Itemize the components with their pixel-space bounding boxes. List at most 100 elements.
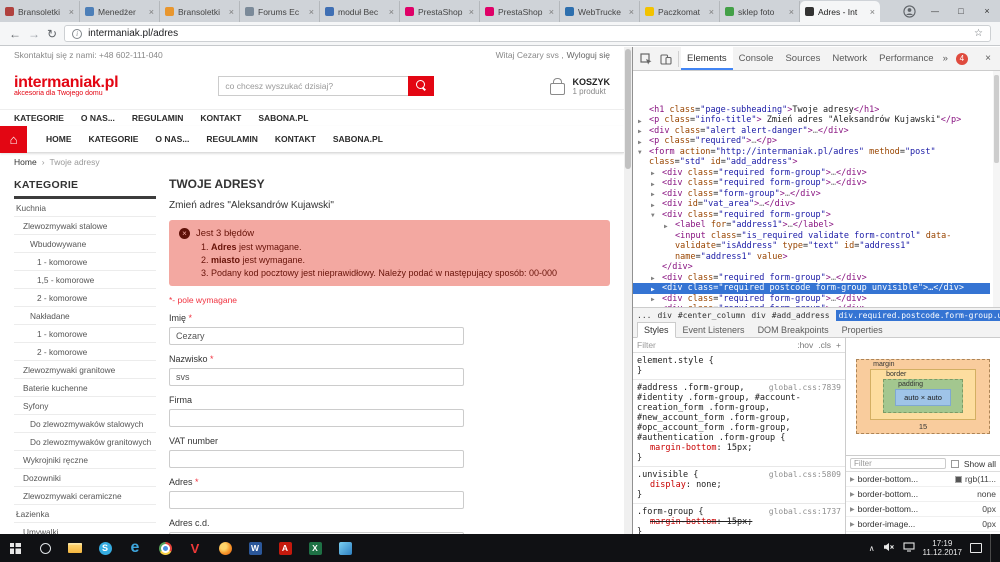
computed-property[interactable]: ▶border-bottom...rgb(11... [846, 472, 1000, 487]
form-text-input[interactable] [169, 450, 464, 468]
photos-icon[interactable] [330, 534, 360, 562]
close-window-button[interactable]: × [974, 0, 1000, 22]
dom-scrollbar-thumb[interactable] [994, 75, 999, 163]
category-item[interactable]: Umywalki [14, 523, 156, 534]
category-item[interactable]: Wbudowywane [14, 235, 156, 253]
search-input[interactable] [218, 76, 408, 96]
css-declaration[interactable]: margin-bottom: 15px; [637, 443, 841, 453]
form-text-input[interactable] [169, 409, 464, 427]
dom-node-line[interactable]: ▶<div class="required form-group">…</div… [633, 294, 990, 305]
device-toolbar-icon[interactable] [656, 53, 676, 65]
reload-button[interactable]: ↻ [47, 28, 57, 40]
breadcrumb-item[interactable]: div [657, 311, 671, 320]
browser-tab[interactable]: Forums Ec× [240, 1, 320, 22]
forward-button[interactable]: → [28, 28, 40, 40]
page-scrollbar-thumb[interactable] [625, 49, 631, 169]
category-item[interactable]: 2 - komorowe [14, 343, 156, 361]
stylesheet-link[interactable]: global.css:7839 [769, 383, 841, 393]
dom-node-line[interactable]: <input class="is_required validate form-… [633, 231, 990, 263]
computed-property[interactable]: ▶border-bottom...none [846, 487, 1000, 502]
css-declaration[interactable]: display: none; [637, 480, 841, 490]
css-rule[interactable]: element.style {} [633, 353, 845, 380]
breadcrumb-item[interactable]: ... [637, 311, 651, 320]
devtools-tab-performance[interactable]: Performance [873, 47, 939, 70]
start-icon[interactable] [0, 534, 30, 562]
class-toggle[interactable]: .cls [818, 340, 831, 350]
taskbar-clock[interactable]: 17:19 11.12.2017 [923, 539, 962, 558]
home-icon[interactable]: ⌂ [0, 126, 27, 153]
network-icon[interactable] [903, 539, 915, 557]
category-item[interactable]: 1 - komorowe [14, 253, 156, 271]
category-item[interactable]: Zlewozmywaki ceramiczne [14, 487, 156, 505]
word-icon[interactable] [240, 534, 270, 562]
nav-main-item[interactable]: O NAS... [155, 134, 189, 144]
vivaldi-icon[interactable] [180, 534, 210, 562]
twisty-icon[interactable]: ▶ [651, 306, 655, 308]
css-declaration[interactable]: margin-bottom: 15px; [637, 517, 841, 527]
category-item[interactable]: Baterie kuchenne [14, 379, 156, 397]
action-center-icon[interactable] [970, 543, 982, 553]
bookmark-star-icon[interactable]: ☆ [974, 28, 983, 39]
category-item[interactable]: Zlewozmywaki granitowe [14, 361, 156, 379]
dom-node-line[interactable]: ▼<div class="required form-group"> [633, 210, 990, 221]
category-item[interactable]: Do zlewozmywaków stalowych [14, 415, 156, 433]
styles-tab[interactable]: Properties [836, 323, 889, 337]
nav-main-item[interactable]: KATEGORIE [89, 134, 139, 144]
computed-property[interactable]: ▶border-bottom...0px [846, 502, 1000, 517]
logout-link[interactable]: Wyloguj się [567, 50, 610, 60]
tab-close-icon[interactable]: × [389, 7, 394, 17]
tab-close-icon[interactable]: × [870, 7, 875, 17]
computed-property[interactable]: ▶border-image...0px [846, 517, 1000, 532]
tab-close-icon[interactable]: × [309, 7, 314, 17]
search-icon[interactable] [30, 534, 60, 562]
dom-node-line[interactable]: ▶<p class="required">…</p> [633, 136, 990, 147]
dom-node-line[interactable]: ▶<div class="alert alert-danger">…</div> [633, 126, 990, 137]
explorer-icon[interactable] [60, 534, 90, 562]
nav-top-item[interactable]: SABONA.PL [258, 113, 308, 123]
dom-scrollbar[interactable] [993, 71, 1000, 307]
browser-tab[interactable]: Bransoletki× [160, 1, 240, 22]
form-text-input[interactable] [169, 368, 464, 386]
dom-node-line[interactable]: ▶<label for="address1">…</label> [633, 220, 990, 231]
css-rule[interactable]: global.css:1737.form-group {margin-botto… [633, 504, 845, 534]
minimize-button[interactable]: — [922, 0, 948, 22]
nav-main-item[interactable]: KONTAKT [275, 134, 316, 144]
styles-tab[interactable]: Styles [637, 322, 676, 338]
devtools-close-icon[interactable]: × [979, 53, 997, 64]
error-count-badge[interactable]: 4 [956, 53, 968, 65]
page-info-icon[interactable]: i [72, 29, 82, 39]
show-all-checkbox[interactable] [951, 460, 959, 468]
show-desktop-button[interactable] [990, 534, 994, 562]
browser-tab[interactable]: PrestaShop× [400, 1, 480, 22]
css-rule[interactable]: global.css:5809.unvisible {display: none… [633, 467, 845, 504]
breadcrumb-item[interactable]: #add_address [772, 311, 830, 320]
dom-node-line[interactable]: <h1 class="page-subheading">Twoje adresy… [633, 105, 990, 116]
category-item[interactable]: 1,5 - komorowe [14, 271, 156, 289]
chrome-icon[interactable] [150, 534, 180, 562]
stylesheet-link[interactable]: global.css:5809 [769, 470, 841, 480]
category-item[interactable]: Łazienka [14, 505, 156, 523]
excel-icon[interactable] [300, 534, 330, 562]
pseudo-state-toggle[interactable]: :hov [797, 340, 813, 350]
styles-tab[interactable]: Event Listeners [677, 323, 751, 337]
twisty-icon[interactable]: ▼ [638, 148, 642, 159]
dom-node-line[interactable]: ▶<div class="required postcode form-grou… [633, 283, 990, 294]
cart-widget[interactable]: KOSZYK 1 produkt [550, 77, 610, 96]
category-item[interactable]: Wykrojniki ręczne [14, 451, 156, 469]
maximize-button[interactable]: □ [948, 0, 974, 22]
tab-close-icon[interactable]: × [549, 7, 554, 17]
tab-close-icon[interactable]: × [229, 7, 234, 17]
devtools-tab-elements[interactable]: Elements [681, 47, 733, 70]
category-item[interactable]: Nakładane [14, 307, 156, 325]
category-item[interactable]: Kuchnia [14, 199, 156, 217]
nav-top-item[interactable]: KATEGORIE [14, 113, 64, 123]
nav-top-item[interactable]: O NAS... [81, 113, 115, 123]
dom-node-line[interactable]: ▶<div class="required form-group">…</div… [633, 273, 990, 284]
devtools-tab-sources[interactable]: Sources [779, 47, 826, 70]
tab-close-icon[interactable]: × [789, 7, 794, 17]
inspect-element-icon[interactable] [636, 53, 656, 65]
nav-top-item[interactable]: REGULAMIN [132, 113, 183, 123]
stylesheet-link[interactable]: global.css:1737 [769, 507, 841, 517]
dom-node-line[interactable]: ▶<div class="required form-group">…</div… [633, 168, 990, 179]
acrobat-icon[interactable] [270, 534, 300, 562]
